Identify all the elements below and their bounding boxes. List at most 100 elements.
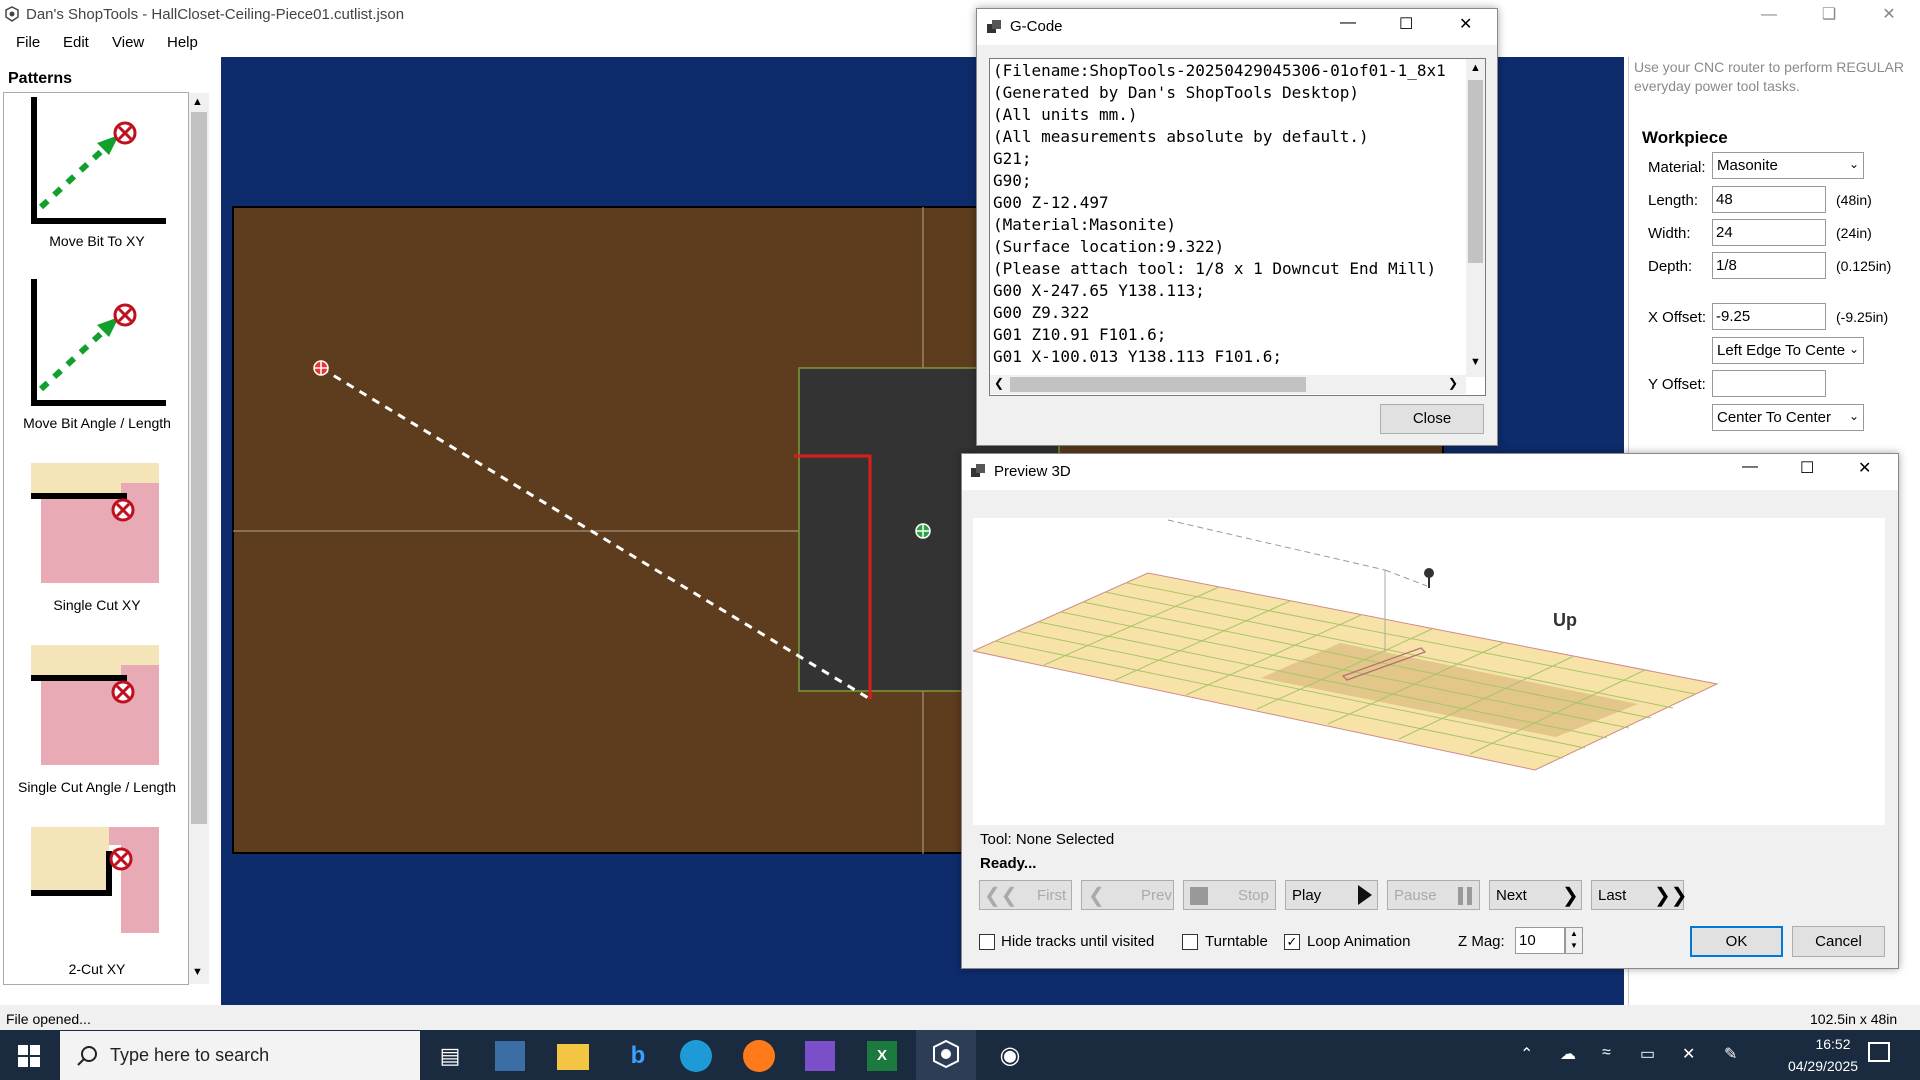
gcode-text[interactable]: (Filename:ShopTools-20250429045306-01of0… (993, 60, 1458, 368)
first-button[interactable]: ❮❮ First (979, 880, 1072, 910)
gcode-line: G21; (993, 149, 1032, 168)
last-button[interactable]: Last ❯❯ (1591, 880, 1688, 910)
cancel-button[interactable]: Cancel (1792, 926, 1885, 957)
xoffset-mode-select[interactable]: Left Edge To Cente ⌄ (1712, 337, 1864, 364)
menu-help[interactable]: Help (167, 34, 198, 51)
calculator-icon[interactable] (495, 1041, 525, 1071)
hide-tracks-label: Hide tracks until visited (1001, 933, 1155, 950)
length-input[interactable]: 48 (1712, 186, 1826, 213)
pattern-two-cut-xy[interactable]: 2-Cut XY (4, 821, 188, 984)
prev-label: Prev (1141, 887, 1172, 904)
chevron-up-icon[interactable]: ⌃ (1520, 1044, 1533, 1064)
gcode-line: G01 X-100.013 Y138.113 F101.6; (993, 347, 1282, 366)
pattern-label: 2-Cut XY (68, 961, 126, 977)
minimize-icon[interactable]: — (1340, 14, 1356, 32)
pattern-single-cut-angle[interactable]: Single Cut Angle / Length (4, 639, 188, 819)
gcode-line: G00 Z9.322 (993, 303, 1090, 322)
depth-input[interactable]: 1/8 (1712, 252, 1826, 279)
pen-icon[interactable]: ✎ (1724, 1044, 1737, 1064)
gcode-hscroll-thumb[interactable] (1010, 377, 1306, 392)
pattern-single-cut-xy[interactable]: Single Cut XY (4, 457, 188, 637)
search-icon (77, 1046, 97, 1066)
yoffset-mode-select[interactable]: Center To Center ⌄ (1712, 404, 1864, 431)
menu-edit[interactable]: Edit (63, 34, 89, 51)
pause-button[interactable]: Pause (1387, 880, 1480, 910)
material-select[interactable]: Masonite ⌄ (1712, 152, 1864, 179)
speaker-muted-icon[interactable]: ✕ (1682, 1044, 1695, 1064)
hide-tracks-checkbox[interactable] (979, 934, 995, 950)
bing-icon[interactable]: b (620, 1038, 656, 1074)
minimize-button[interactable]: — (1746, 0, 1792, 30)
status-size: 102.5in x 48in (1810, 1011, 1898, 1027)
menu-view[interactable]: View (112, 34, 144, 51)
file-explorer-icon[interactable] (557, 1044, 589, 1070)
minimize-icon[interactable]: — (1742, 458, 1758, 476)
play-button[interactable]: Play (1285, 880, 1378, 910)
play-icon (1358, 885, 1372, 905)
scroll-down-icon[interactable]: ▼ (1470, 356, 1481, 368)
scroll-down-icon[interactable]: ▼ (192, 966, 203, 978)
task-view-icon[interactable]: ▤ (432, 1038, 468, 1074)
length-label: Length: (1648, 192, 1699, 209)
excel-icon[interactable]: X (867, 1041, 897, 1071)
turntable-checkbox[interactable] (1182, 934, 1198, 950)
panel-hint: Use your CNC router to perform REGULAR e… (1634, 59, 1904, 94)
wifi-icon[interactable]: ≈ (1602, 1044, 1611, 1062)
visual-studio-icon[interactable] (805, 1041, 835, 1071)
gcode-line: G90; (993, 171, 1032, 190)
scroll-left-icon[interactable]: ❮ (994, 376, 1004, 390)
window-icon (987, 20, 1001, 33)
close-icon[interactable]: ✕ (1459, 14, 1472, 34)
yoffset-label: Y Offset: (1648, 376, 1706, 393)
stop-button[interactable]: Stop (1183, 880, 1276, 910)
single-cut-xy-icon (31, 463, 159, 583)
notification-icon[interactable] (1868, 1042, 1890, 1062)
windows-start-icon[interactable] (18, 1045, 40, 1067)
firefox-icon[interactable] (743, 1040, 775, 1072)
prev-button[interactable]: ❮ Prev (1081, 880, 1174, 910)
gcode-close-button[interactable]: Close (1380, 404, 1484, 434)
first-icon: ❮❮ (984, 885, 1018, 907)
loop-label: Loop Animation (1307, 933, 1411, 950)
material-value: Masonite (1717, 157, 1778, 174)
next-icon: ❯ (1562, 885, 1579, 907)
battery-icon[interactable]: ▭ (1640, 1044, 1655, 1064)
gimp-icon[interactable]: ◉ (992, 1038, 1028, 1074)
window-icon (971, 464, 985, 477)
width-label: Width: (1648, 225, 1691, 242)
zmag-stepper[interactable]: ▲ ▼ (1565, 927, 1583, 954)
up-label: Up (1553, 610, 1577, 630)
menu-file[interactable]: File (16, 34, 40, 51)
gcode-vscroll-thumb[interactable] (1468, 80, 1483, 263)
clock-date[interactable]: 04/29/2025 (1770, 1058, 1876, 1074)
search-placeholder: Type here to search (110, 1045, 270, 1065)
patterns-list: Move Bit To XY Move Bit Angle / Length S… (3, 92, 189, 985)
single-cut-angle-icon (31, 645, 159, 765)
two-cut-xy-icon (31, 827, 159, 947)
loop-checkbox[interactable]: ✓ (1284, 934, 1300, 950)
gcode-line: (Filename:ShopTools-20250429045306-01of0… (993, 61, 1446, 80)
pattern-label: Single Cut Angle / Length (17, 779, 176, 795)
close-icon[interactable]: ✕ (1858, 458, 1871, 478)
xoffset-label: X Offset: (1648, 309, 1707, 326)
clock-time[interactable]: 16:52 (1788, 1036, 1878, 1052)
zmag-input[interactable]: 10 (1515, 927, 1565, 954)
pattern-move-bit-xy[interactable]: Move Bit To XY (4, 93, 188, 273)
xoffset-input[interactable]: -9.25 (1712, 303, 1826, 330)
close-button[interactable]: ✕ (1866, 0, 1912, 30)
scroll-right-icon[interactable]: ❯ (1448, 376, 1458, 390)
yoffset-input[interactable] (1712, 370, 1826, 397)
scroll-up-icon[interactable]: ▲ (1470, 62, 1481, 74)
scroll-up-icon[interactable]: ▲ (192, 96, 203, 108)
maximize-icon[interactable]: ☐ (1800, 458, 1814, 478)
onedrive-icon[interactable]: ☁ (1560, 1044, 1576, 1064)
patterns-scroll-thumb[interactable] (191, 112, 207, 824)
next-button[interactable]: Next ❯ (1489, 880, 1582, 910)
pattern-move-bit-angle[interactable]: Move Bit Angle / Length (4, 275, 188, 455)
width-input[interactable]: 24 (1712, 219, 1826, 246)
maximize-icon[interactable]: ☐ (1399, 14, 1413, 34)
edge-icon[interactable] (680, 1040, 712, 1072)
ok-button[interactable]: OK (1690, 926, 1783, 957)
restore-button[interactable]: ❑ (1806, 0, 1852, 30)
gcode-title: G-Code (1010, 18, 1063, 35)
